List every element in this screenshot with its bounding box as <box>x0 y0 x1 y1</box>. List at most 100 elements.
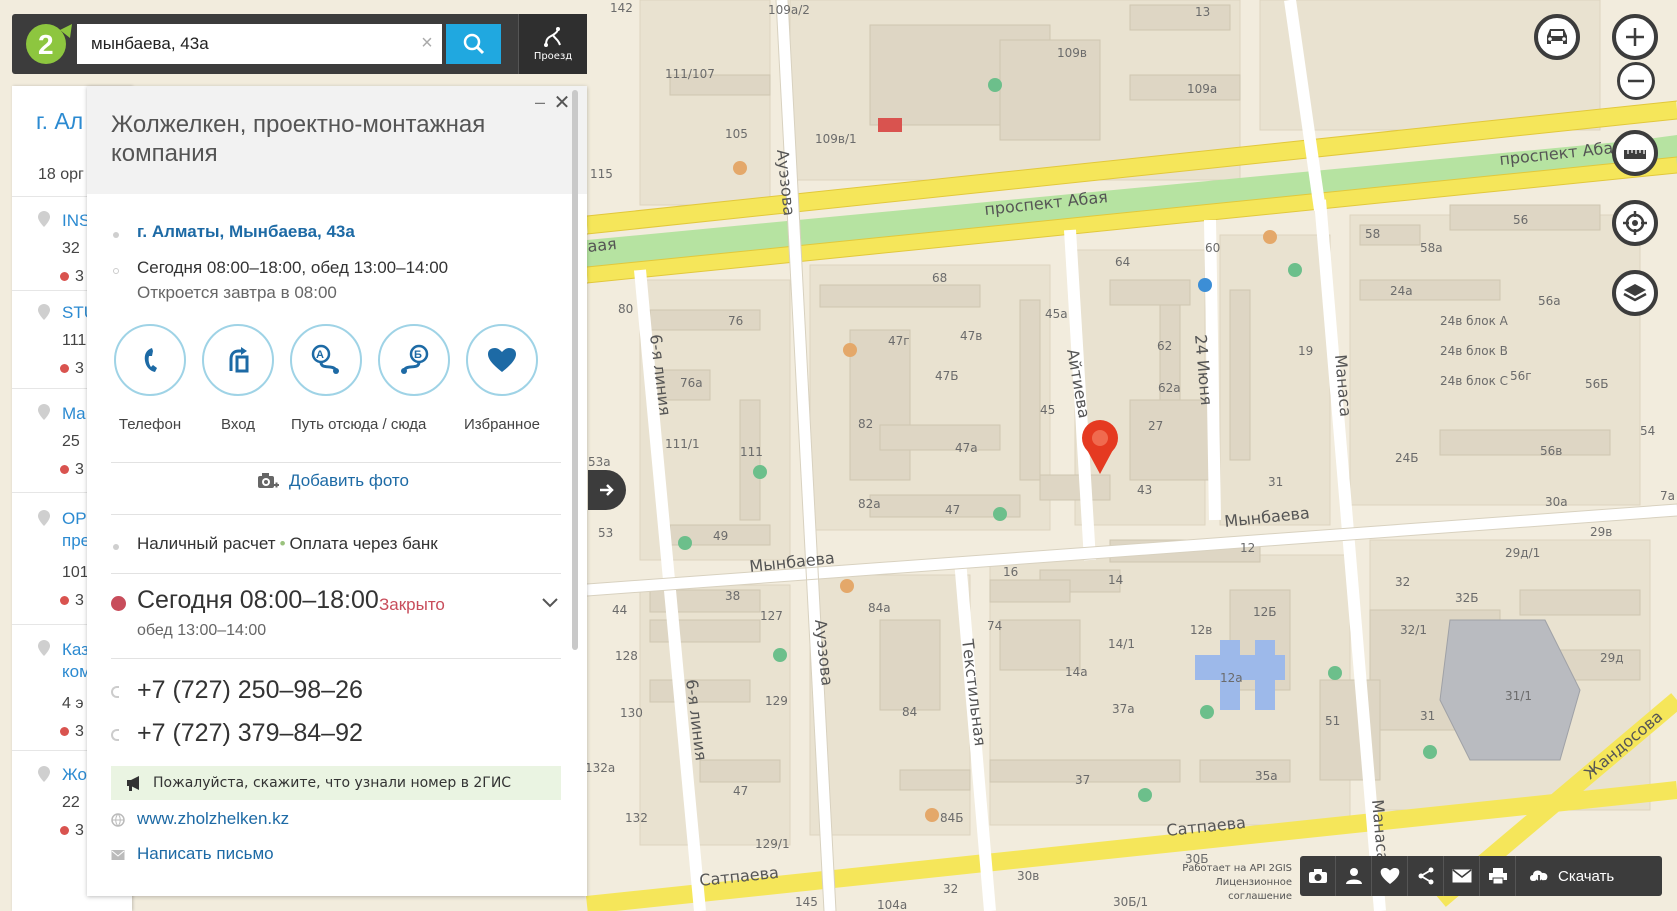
house-number: 12 <box>1240 541 1255 555</box>
phone-action[interactable]: Телефон <box>105 324 195 433</box>
website-link[interactable]: www.zholzhelken.kz <box>137 809 289 829</box>
license-link[interactable]: Лицензионное соглашение <box>1156 876 1292 904</box>
screenshot-button[interactable] <box>1300 856 1336 896</box>
download-button[interactable]: Скачать <box>1516 867 1614 885</box>
chevron-down-icon[interactable] <box>542 598 558 608</box>
globe-icon <box>111 813 125 827</box>
house-number: 35а <box>1255 769 1278 783</box>
house-number: 32/1 <box>1400 623 1427 637</box>
favorite-action-label: Избранное <box>463 416 541 433</box>
share-button[interactable] <box>1408 856 1444 896</box>
house-number: 47в <box>960 329 982 343</box>
add-photo-button[interactable]: Добавить фото <box>257 471 409 491</box>
zoom-in-button[interactable] <box>1612 14 1658 60</box>
house-number: 47 <box>733 784 748 798</box>
house-number: 37 <box>1075 773 1090 787</box>
list-item-name[interactable]: Каз <box>62 639 89 661</box>
2gis-logo[interactable]: 2 <box>24 22 74 66</box>
layers-icon <box>1623 284 1647 302</box>
house-number: 43 <box>1137 483 1152 497</box>
car-icon <box>1547 29 1567 44</box>
locate-me-button[interactable] <box>1612 200 1658 246</box>
scrollbar[interactable] <box>572 90 578 650</box>
house-number: 27 <box>1148 419 1163 433</box>
list-item-name[interactable]: Жо <box>62 764 87 786</box>
school-icon <box>1200 705 1214 719</box>
divider <box>111 462 561 463</box>
transport-icon <box>1198 278 1212 292</box>
minimize-button[interactable]: – <box>531 93 549 112</box>
list-item-rating: 3 <box>60 461 84 479</box>
bottom-toolbar: Скачать <box>1300 856 1662 896</box>
house-number: 132а <box>585 761 615 775</box>
house-number: 29в <box>1590 525 1612 539</box>
house-number: 115 <box>590 167 613 181</box>
close-button[interactable]: ✕ <box>553 93 571 113</box>
list-item-count: 4 э <box>62 695 84 712</box>
route-to-action[interactable]: Б <box>369 324 459 396</box>
search-input[interactable] <box>77 24 442 64</box>
list-item-count: 25 <box>62 433 80 450</box>
favorites-button[interactable] <box>1372 856 1408 896</box>
phone-number[interactable]: +7 (727) 250–98–26 <box>137 676 363 705</box>
zoom-out-button[interactable] <box>1617 62 1655 100</box>
bank-icon <box>1423 745 1437 759</box>
write-email-link[interactable]: Написать письмо <box>137 844 274 864</box>
house-number: 58а <box>1420 241 1443 255</box>
list-item-name-line2[interactable]: пре <box>62 530 90 552</box>
phone-number[interactable]: +7 (727) 379–84–92 <box>137 719 363 748</box>
search-button[interactable] <box>446 24 501 64</box>
house-number: 24в блок А <box>1440 314 1509 328</box>
list-item-name[interactable]: Ma <box>62 403 86 425</box>
house-number: 24в блок С <box>1440 374 1508 388</box>
house-number: 58 <box>1365 227 1380 241</box>
favorite-action[interactable]: Избранное <box>457 324 547 433</box>
route-to-icon: Б <box>401 344 429 374</box>
svg-text:2: 2 <box>38 29 54 60</box>
house-number: 32 <box>943 882 958 896</box>
house-number: 129/1 <box>755 837 790 851</box>
route-button[interactable]: Проезд <box>518 14 587 74</box>
route-from-action[interactable]: A Путь отсюда / сюда <box>281 324 427 433</box>
list-item-name[interactable]: OP <box>62 508 87 530</box>
list-count: 18 орг <box>38 166 84 183</box>
crosshair-icon <box>1623 211 1647 235</box>
house-number: 30Б/1 <box>1113 895 1148 909</box>
phone-small-icon <box>111 686 119 698</box>
house-number: 82 <box>858 417 873 431</box>
house-number: 109в <box>1057 46 1087 60</box>
house-number: 24Б <box>1395 451 1419 465</box>
entrance-action[interactable]: Вход <box>193 324 283 433</box>
house-number: 38 <box>725 589 740 603</box>
printer-icon <box>1488 868 1507 885</box>
clear-search-button[interactable]: × <box>414 28 440 58</box>
rating-dot-icon <box>60 826 69 836</box>
heart-icon <box>488 348 516 372</box>
house-number: 128 <box>615 649 638 663</box>
schedule-today: Сегодня 08:00–18:00 <box>137 586 379 614</box>
list-city-title: г. Ал <box>36 108 84 134</box>
list-item-rating: 3 <box>60 592 84 610</box>
schedule-lunch: обед 13:00–14:00 <box>137 622 267 639</box>
entrance-icon <box>229 347 249 373</box>
pin-icon <box>38 211 50 227</box>
layers-button[interactable] <box>1612 270 1658 316</box>
bank-icon <box>1288 263 1302 277</box>
list-item-rating: 3 <box>60 360 84 378</box>
profile-button[interactable] <box>1336 856 1372 896</box>
route-action-label: Путь отсюда / сюда <box>291 416 427 433</box>
address-link[interactable]: г. Алматы, Мынбаева, 43а <box>137 222 355 242</box>
arrow-right-icon <box>600 484 614 496</box>
print-button[interactable] <box>1480 856 1516 896</box>
house-number: 84 <box>902 705 917 719</box>
email-button[interactable] <box>1444 856 1480 896</box>
ruler-button[interactable] <box>1612 130 1658 176</box>
user-icon <box>1345 868 1362 884</box>
route-from-icon: A <box>311 344 339 374</box>
house-number: 51 <box>1325 714 1340 728</box>
house-number: 142 <box>610 1 633 15</box>
house-number: 84а <box>868 601 891 615</box>
list-item-count: 101 <box>62 564 89 581</box>
place-card: Жолжелкен, проектно-монтажная компания –… <box>87 86 587 896</box>
traffic-button[interactable] <box>1534 14 1580 60</box>
